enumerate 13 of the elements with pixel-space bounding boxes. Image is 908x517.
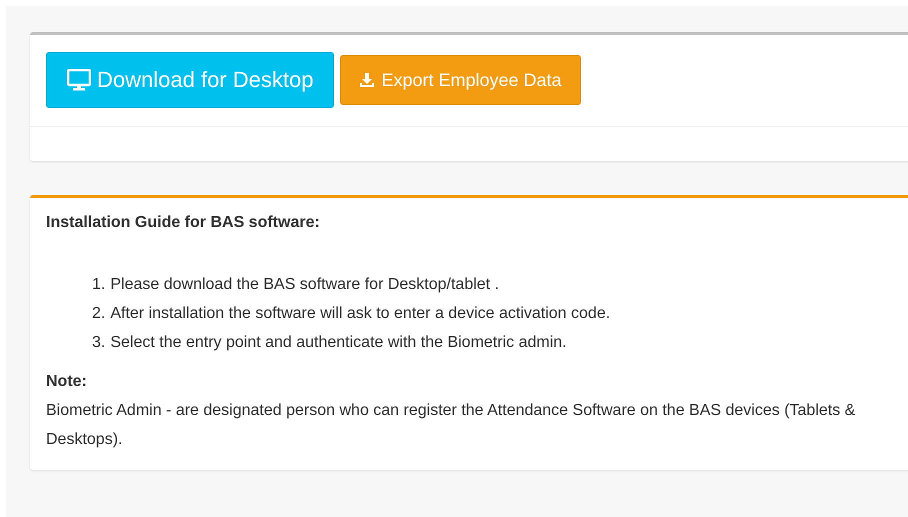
guide-title: Installation Guide for BAS software: — [46, 214, 321, 232]
step-text: After installation the software will ask to enter a device activation code. — [110, 304, 610, 324]
download-icon — [359, 72, 376, 88]
step-number: 2. — [92, 304, 106, 324]
step-number: 3. — [92, 333, 106, 353]
export-data-button[interactable]: Export Employee Data — [340, 55, 581, 105]
note-text: Biometric Admin - are designated person who can register the Attendance Software on the BAS devices (Tablets & Desktops). — [46, 401, 856, 450]
download-desktop-button[interactable]: Download for Desktop — [46, 52, 334, 108]
step-number: 1. — [92, 275, 106, 295]
step-text: Please download the BAS software for Desktop/tablet . — [110, 275, 500, 295]
monitor-icon — [67, 69, 91, 91]
step-text: Select the entry point and authenticate with the Biometric admin. — [110, 333, 567, 353]
note-label: Note: — [46, 372, 88, 392]
